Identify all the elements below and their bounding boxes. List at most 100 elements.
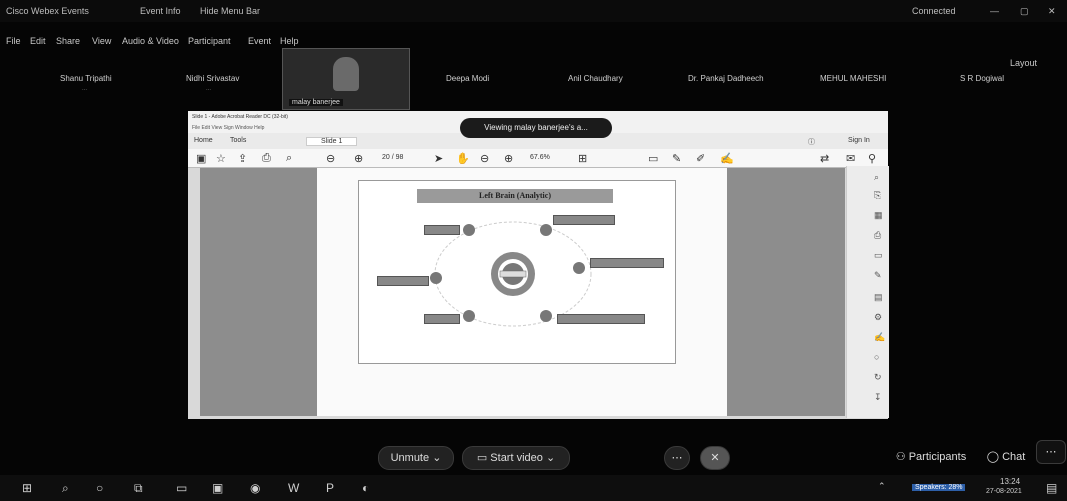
organize-pages-icon[interactable]: ▦ (874, 210, 883, 221)
connection-status[interactable]: Connected (912, 6, 956, 16)
menu-share[interactable]: Share (56, 36, 80, 46)
unmute-button[interactable]: Unmute ⌄ (378, 446, 454, 470)
cortana-icon[interactable]: ○ (96, 481, 103, 495)
notification-icon[interactable]: ▤ (1046, 481, 1057, 495)
powerpoint-icon[interactable]: P (326, 481, 334, 495)
menu-audio-video[interactable]: Audio & Video (122, 36, 179, 46)
sign-icon[interactable]: ✍ (720, 152, 734, 165)
taskbar (0, 475, 1067, 501)
diagram-label (590, 258, 664, 268)
participants-button[interactable]: ⚇ Participants (890, 446, 972, 468)
clock-time[interactable]: 13:24 (1000, 477, 1020, 486)
close-icon[interactable]: ✕ (1048, 6, 1056, 17)
participant-tile[interactable]: MEHUL MAHESHI (820, 74, 886, 83)
event-info-link[interactable]: Event Info (140, 6, 181, 16)
maximize-icon[interactable]: ▢ (1020, 6, 1029, 17)
search-icon[interactable]: ⌕ (286, 152, 292, 165)
comment-tool-icon[interactable]: ▭ (874, 250, 883, 261)
next-page-icon[interactable]: ⊕ (354, 152, 363, 165)
active-video-thumbnail[interactable]: malay banerjee (282, 48, 410, 110)
fit-page-icon[interactable]: ⊞ (578, 152, 587, 165)
start-icon[interactable]: ⊞ (22, 481, 32, 495)
hand-icon[interactable]: ✋ (456, 152, 470, 165)
zoom-out-icon[interactable]: ⊖ (480, 152, 489, 165)
clock-date[interactable]: 27-08-2021 (986, 488, 1022, 495)
zoom-level[interactable]: 67.6% (530, 154, 550, 161)
zoom-in-icon[interactable]: ⊕ (504, 152, 513, 165)
diagram-label (557, 314, 645, 324)
word-icon[interactable]: W (288, 481, 299, 495)
more-tools-icon[interactable]: ○ (874, 352, 879, 362)
menu-help[interactable]: Help (280, 36, 299, 46)
participant-tile[interactable]: Nidhi Srivastav (186, 74, 239, 83)
photos-icon[interactable]: ▣ (212, 481, 223, 495)
webex-icon[interactable]: ◐ (362, 481, 369, 495)
export-pdf-icon[interactable]: ⎘ (874, 190, 881, 201)
tab-document[interactable]: Slide 1 (306, 137, 358, 146)
zoom-tool-icon[interactable]: ⌕ (874, 172, 879, 183)
start-video-button[interactable]: ▭ Start video ⌄ (462, 446, 570, 470)
menu-participant[interactable]: Participant (188, 36, 231, 46)
speaker-silhouette (333, 57, 359, 91)
chevron-down-icon: ⌄ (545, 452, 556, 464)
diagram-node (573, 262, 585, 274)
participant-status: ... (206, 86, 212, 92)
diagram-node (540, 224, 552, 236)
pen-icon[interactable]: ✎ (672, 152, 681, 165)
cursor-icon[interactable]: ➤ (434, 152, 443, 165)
chevron-down-icon: ⌄ (432, 452, 442, 464)
participant-tile[interactable]: Dr. Pankaj Dadheech (688, 74, 764, 83)
file-explorer-icon[interactable]: ▭ (176, 481, 187, 495)
tab-home[interactable]: Home (194, 137, 213, 144)
email-icon[interactable]: ✉ (846, 152, 855, 165)
menu-edit[interactable]: Edit (30, 36, 46, 46)
diagram-label (377, 276, 429, 286)
search-icon[interactable]: ⌕ (62, 481, 69, 496)
participant-tile[interactable]: Shanu Tripathi (60, 74, 112, 83)
leave-meeting-button[interactable]: ✕ (700, 446, 730, 470)
comment-icon[interactable]: ▭ (648, 152, 658, 165)
rotate-icon[interactable]: ↻ (874, 372, 882, 383)
save-icon[interactable]: ▣ (196, 152, 206, 165)
chrome-icon[interactable]: ◉ (250, 481, 260, 495)
hide-menu-bar-link[interactable]: Hide Menu Bar (200, 6, 260, 16)
fill-sign-icon[interactable]: ✎ (874, 270, 882, 281)
help-icon[interactable]: ⓘ (808, 137, 815, 147)
expand-icon[interactable]: ↧ (874, 392, 882, 403)
protect-icon[interactable]: ⚙ (874, 312, 882, 323)
mind-map-diagram (434, 221, 592, 327)
menu-bar: File Edit Share View Audio & Video Parti… (0, 22, 1067, 68)
diagram-node (463, 224, 475, 236)
participant-tile[interactable]: S R Dogiwal (960, 74, 1004, 83)
scan-icon[interactable]: ▤ (874, 292, 883, 303)
diagram-node (463, 310, 475, 322)
document-margin-right (727, 168, 845, 416)
chat-button[interactable]: ◯ Chat (982, 446, 1030, 468)
participant-tile[interactable]: Deepa Modi (446, 74, 489, 83)
minimize-icon[interactable]: — (990, 6, 999, 16)
highlight-icon[interactable]: ✐ (696, 152, 705, 165)
prev-page-icon[interactable]: ⊖ (326, 152, 335, 165)
tray-arrow-icon[interactable]: ⌃ (878, 481, 886, 492)
more-options-button[interactable]: ⋯ (664, 446, 690, 470)
participant-tile[interactable]: Anil Chaudhary (568, 74, 623, 83)
sign-in-link[interactable]: Sign In (848, 137, 870, 144)
add-user-icon[interactable]: ⚲ (868, 152, 876, 165)
bookmark-icon[interactable]: ☆ (216, 152, 226, 165)
participant-status: ... (82, 86, 88, 92)
share-icon[interactable]: ⇄ (820, 152, 829, 165)
menu-event[interactable]: Event (248, 36, 271, 46)
page-number[interactable]: 20 / 98 (382, 154, 403, 161)
chat-icon: ◯ (986, 451, 999, 463)
diagram-node (430, 272, 442, 284)
menu-file[interactable]: File (6, 36, 21, 46)
print-icon[interactable]: ⎙ (262, 152, 271, 165)
layout-button[interactable]: Layout (1010, 58, 1037, 68)
menu-view[interactable]: View (92, 36, 111, 46)
edit-pdf-icon[interactable]: ⎙ (874, 230, 881, 241)
more-panels-button[interactable]: ⋯ (1036, 440, 1066, 464)
tab-tools[interactable]: Tools (230, 137, 246, 144)
upload-icon[interactable]: ⇪ (238, 152, 247, 165)
sign-tool-icon[interactable]: ✍ (874, 332, 885, 343)
task-view-icon[interactable]: ⧉ (134, 481, 143, 496)
